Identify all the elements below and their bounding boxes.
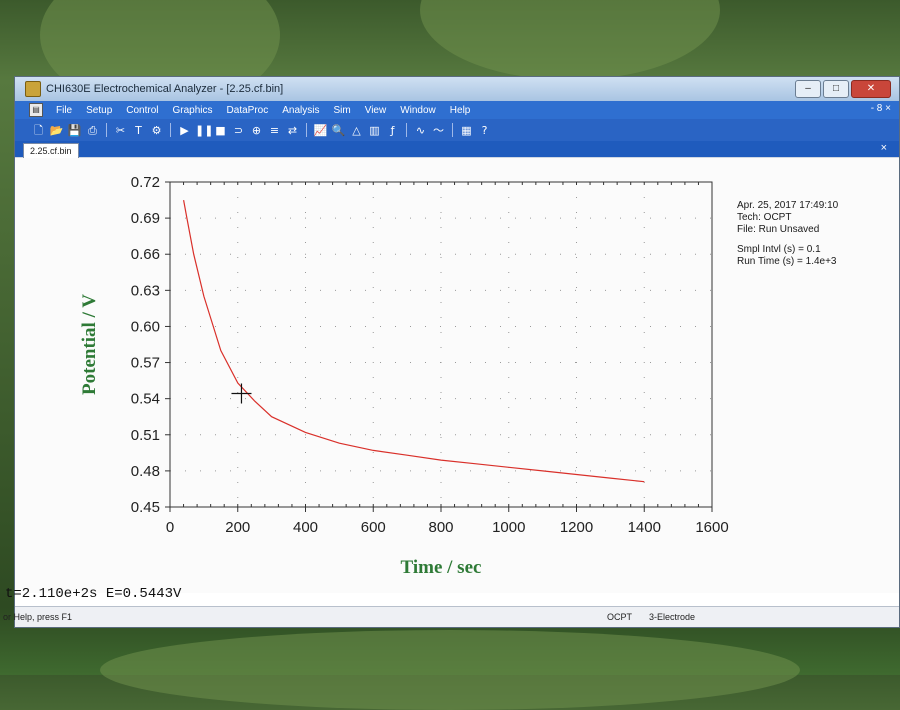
new-file-icon[interactable]: 🗋 — [31, 123, 46, 138]
close-button[interactable]: ✕ — [851, 80, 891, 98]
document-icon[interactable]: ▤ — [29, 103, 43, 117]
toolbar-separator — [406, 123, 407, 137]
menu-control[interactable]: Control — [119, 105, 165, 116]
status-electrode: 3-Electrode — [649, 612, 696, 622]
graph-icon[interactable]: 📈 — [313, 123, 328, 138]
status-bar: or Help, press F1 OCPT 3-Electrode — [3, 606, 899, 627]
toolbar-separator — [452, 123, 453, 137]
menu-view[interactable]: View — [358, 105, 394, 116]
background-foliage — [420, 0, 720, 80]
y-tick-label: 0.60 — [131, 318, 160, 335]
window-title: CHI630E Electrochemical Analyzer - [2.25… — [46, 83, 284, 95]
background-foliage — [100, 630, 800, 710]
y-tick-label: 0.51 — [131, 427, 160, 444]
save-icon[interactable]: 💾 — [67, 123, 82, 138]
y-tick-label: 0.54 — [131, 391, 160, 408]
magnify-icon[interactable]: 🔍 — [331, 123, 346, 138]
x-tick-label: 1400 — [628, 519, 661, 536]
toolbar-separator — [170, 123, 171, 137]
menu-sim[interactable]: Sim — [326, 105, 357, 116]
menu-setup[interactable]: Setup — [79, 105, 119, 116]
color-icon[interactable]: ▥ — [367, 123, 382, 138]
print-icon[interactable]: ⎙ — [85, 123, 100, 138]
data-list-icon[interactable]: ≡ — [267, 123, 282, 138]
window-controls: – □ ✕ — [795, 80, 891, 98]
toolbar: 🗋 📂 💾 ⎙ ✂ T ⚙ ▶ ❚❚ ■ ⊃ ⊕ ≡ ⇄ 📈 🔍 △ ▥ ƒ ∿… — [15, 119, 899, 141]
peak-icon[interactable]: △ — [349, 123, 364, 138]
title-bar[interactable]: CHI630E Electrochemical Analyzer - [2.25… — [15, 77, 899, 101]
x-tick-label: 200 — [225, 519, 250, 536]
menu-bar: ▤ File Setup Control Graphics DataProc A… — [15, 101, 899, 119]
table-icon[interactable]: ▦ — [459, 123, 474, 138]
status-help-text: or Help, press F1 — [3, 612, 73, 622]
settings-icon[interactable]: ⚙ — [149, 123, 164, 138]
y-tick-label: 0.63 — [131, 282, 160, 299]
menu-file[interactable]: File — [49, 105, 79, 116]
x-tick-label: 1200 — [560, 519, 593, 536]
help-icon[interactable]: ? — [477, 123, 492, 138]
document-tab-bar: 2.25.cf.bin × — [15, 141, 899, 158]
y-tick-label: 0.45 — [131, 499, 160, 516]
menu-dataproc[interactable]: DataProc — [220, 105, 276, 116]
menu-graphics[interactable]: Graphics — [166, 105, 220, 116]
date-time: Apr. 25, 2017 17:49:10 — [737, 200, 839, 211]
open-file-icon[interactable]: 📂 — [49, 123, 64, 138]
y-tick-label: 0.69 — [131, 210, 160, 227]
y-axis-label: Potential / V — [79, 294, 100, 395]
x-tick-label: 1000 — [492, 519, 525, 536]
sweep-icon[interactable]: ⇄ — [285, 123, 300, 138]
sine-icon[interactable]: 〜 — [431, 123, 446, 138]
x-tick-label: 0 — [166, 519, 174, 536]
x-axis-label: Time / sec — [401, 557, 482, 578]
fp-icon[interactable]: ƒ — [385, 123, 400, 138]
app-icon — [25, 81, 41, 97]
pause-icon[interactable]: ❚❚ — [195, 123, 213, 138]
plot-frame — [169, 181, 713, 508]
cursor-readout: t=2.110e+2s E=0.5443V — [5, 586, 182, 602]
x-tick-label: 400 — [293, 519, 318, 536]
menu-analysis[interactable]: Analysis — [275, 105, 326, 116]
file-status: File: Run Unsaved — [737, 224, 820, 235]
close-document-icon[interactable]: × — [881, 142, 887, 154]
menu-window[interactable]: Window — [393, 105, 443, 116]
series-line — [183, 199, 645, 483]
maximize-button[interactable]: □ — [823, 80, 849, 98]
plot-area[interactable]: 0 200 400 600 800 1000 1200 1400 1600 0.72 0.69 0.6… — [5, 158, 899, 602]
y-tick-label: 0.72 — [131, 174, 160, 191]
x-tick-label: 600 — [361, 519, 386, 536]
y-tick-label: 0.48 — [131, 463, 160, 480]
x-tick-label: 800 — [428, 519, 453, 536]
x-tick-label: 1600 — [695, 519, 728, 536]
stop-icon[interactable]: ■ — [213, 123, 228, 138]
toolbar-separator — [306, 123, 307, 137]
sample-interval: Smpl Intvl (s) = 0.1 — [737, 244, 821, 255]
app-window: CHI630E Electrochemical Analyzer - [2.25… — [3, 76, 900, 628]
minimize-button[interactable]: – — [795, 80, 821, 98]
run-time: Run Time (s) = 1.4e+3 — [737, 256, 837, 267]
info-panel: Apr. 25, 2017 17:49:10 Tech: OCPT File: … — [737, 200, 838, 268]
wave-icon[interactable]: ∿ — [413, 123, 428, 138]
y-tick-label: 0.57 — [131, 355, 160, 372]
technique: Tech: OCPT — [737, 212, 792, 223]
text-icon[interactable]: T — [131, 123, 146, 138]
y-tick-label: 0.66 — [131, 246, 160, 263]
toolbar-separator — [106, 123, 107, 137]
document-tab[interactable]: 2.25.cf.bin — [23, 143, 79, 158]
zoom-fit-icon[interactable]: ⊕ — [249, 123, 264, 138]
reverse-icon[interactable]: ⊃ — [231, 123, 246, 138]
status-technique: OCPT — [607, 612, 633, 622]
tool-icon[interactable]: ✂ — [113, 123, 128, 138]
mdi-window-controls[interactable]: - 8 × — [871, 103, 891, 114]
run-icon[interactable]: ▶ — [177, 123, 192, 138]
menu-help[interactable]: Help — [443, 105, 478, 116]
